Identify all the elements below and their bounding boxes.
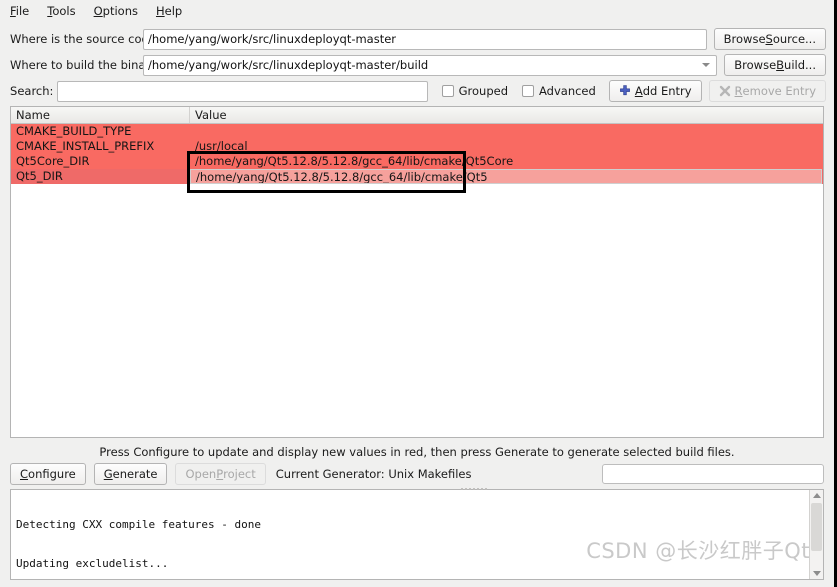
menu-help-label: elp [164,4,183,19]
browse-source-button[interactable]: Browse Source... [713,28,826,50]
open-project-mnemonic: P [216,467,224,481]
scrollbar-thumb[interactable] [811,503,822,551]
advanced-checkbox-box[interactable] [522,85,534,97]
table-row[interactable]: CMAKE_BUILD_TYPE [11,124,823,139]
browse-source-mnemonic: S [765,32,773,46]
build-row: Where to build the binaries: /home/yang/… [10,54,826,76]
build-path-value: /home/yang/work/src/linuxdeployqt-master… [148,58,429,72]
remove-entry-mnemonic: R [734,84,743,98]
column-header-name[interactable]: Name [11,107,190,123]
add-entry-post: dd Entry [642,84,692,98]
path-form: Where is the source code: /home/yang/wor… [0,24,834,102]
menu-help-mnemonic: H [155,4,165,19]
add-entry-mnemonic: A [634,84,643,98]
cache-entry-value-editor[interactable]: /home/yang/Qt5.12.8/5.12.8/gcc_64/lib/cm… [190,169,822,184]
progress-bar [602,464,824,484]
action-bar: Configure Generate Open Project Current … [0,460,834,486]
search-input[interactable] [57,80,428,102]
cache-entry-name[interactable]: Qt5Core_DIR [11,154,190,169]
menubar: File Tools Options Help [0,0,834,24]
menu-options-label: ptions [102,4,138,19]
menu-tools[interactable]: Tools [47,6,75,18]
table-row[interactable]: CMAKE_INSTALL_PREFIX /usr/local [11,139,823,154]
menu-file[interactable]: File [10,6,29,18]
source-row: Where is the source code: /home/yang/wor… [10,28,826,50]
grouped-checkbox-box[interactable] [441,85,454,97]
browse-build-mnemonic: B [776,58,785,72]
log-line: Updating excludelist... [16,557,169,570]
source-label: Where is the source code: [10,32,160,46]
generate-button[interactable]: Generate [93,463,168,485]
browse-build-pre: Browse [734,58,777,72]
grouped-checkbox-label: Grouped [458,84,508,98]
cache-entry-value[interactable]: /usr/local [190,139,823,154]
menu-options[interactable]: Options [94,6,138,18]
cmake-gui-window: File Tools Options Help Where is the sou… [0,0,837,587]
open-project-pre: Open [185,467,217,481]
current-generator-label: Current Generator: Unix Makefiles [275,467,472,481]
output-log-text[interactable]: Detecting CXX compile features - done Up… [11,490,809,579]
plus-icon [619,85,630,96]
grouped-checkbox[interactable]: Grouped [441,84,508,98]
build-label: Where to build the binaries: [10,58,171,72]
search-label: Search: [10,84,54,98]
log-line: Detecting CXX compile features - done [16,518,262,531]
menu-tools-label: ools [52,4,76,19]
cache-entry-name[interactable]: Qt5_DIR [11,169,190,184]
chevron-down-icon [702,63,711,67]
browse-build-button[interactable]: Browse Build... [724,54,826,76]
configure-hint-text: Press Configure to update and display ne… [99,445,735,459]
add-entry-button[interactable]: Add Entry [608,80,702,102]
scroll-up-arrow-icon[interactable] [812,493,821,498]
remove-x-icon [719,85,730,97]
build-path-combobox[interactable]: /home/yang/work/src/linuxdeployqt-master… [143,54,718,76]
configure-post: onfigure [28,467,76,481]
configure-mnemonic: C [20,467,29,481]
search-label-post: arch: [24,84,54,98]
scroll-down-arrow-icon[interactable] [812,571,821,576]
table-row[interactable]: Qt5_DIR /home/yang/Qt5.12.8/5.12.8/gcc_6… [11,169,823,184]
cache-entry-name[interactable]: CMAKE_INSTALL_PREFIX [11,139,190,154]
table-header: Name Value [11,107,823,124]
generate-mnemonic: G [103,467,113,481]
browse-build-post: uild... [784,58,816,72]
browse-source-pre: Browse [723,32,766,46]
advanced-checkbox-label: Advanced [539,84,596,98]
splitter-grip-handle[interactable] [460,487,488,491]
source-path-input[interactable]: /home/yang/work/src/linuxdeployqt-master [143,28,707,50]
table-row[interactable]: Qt5Core_DIR /home/yang/Qt5.12.8/5.12.8/g… [11,154,823,169]
column-header-value[interactable]: Value [190,107,823,123]
advanced-checkbox[interactable]: Advanced [522,84,596,98]
menu-file-label: ile [15,4,30,19]
remove-entry-button: Remove Entry [708,80,826,102]
menu-options-mnemonic: O [93,4,103,19]
generate-post: enerate [112,467,158,481]
browse-source-post: ource... [772,32,816,46]
open-project-post: roject [223,467,256,481]
open-project-button: Open Project [175,463,266,485]
search-row: Search: Grouped Advanced Add Entry R emo… [10,80,826,102]
cache-entry-name[interactable]: CMAKE_BUILD_TYPE [11,124,190,139]
cache-entries-table[interactable]: Name Value CMAKE_BUILD_TYPE CMAKE_INSTAL… [10,106,824,438]
remove-entry-post: emove Entry [742,84,816,98]
cache-entry-value[interactable]: /home/yang/Qt5.12.8/5.12.8/gcc_64/lib/cm… [190,154,823,169]
menu-help[interactable]: Help [156,6,182,18]
output-log-panel[interactable]: Detecting CXX compile features - done Up… [10,489,824,580]
log-vertical-scrollbar[interactable] [809,490,823,579]
configure-button[interactable]: Configure [10,463,86,485]
